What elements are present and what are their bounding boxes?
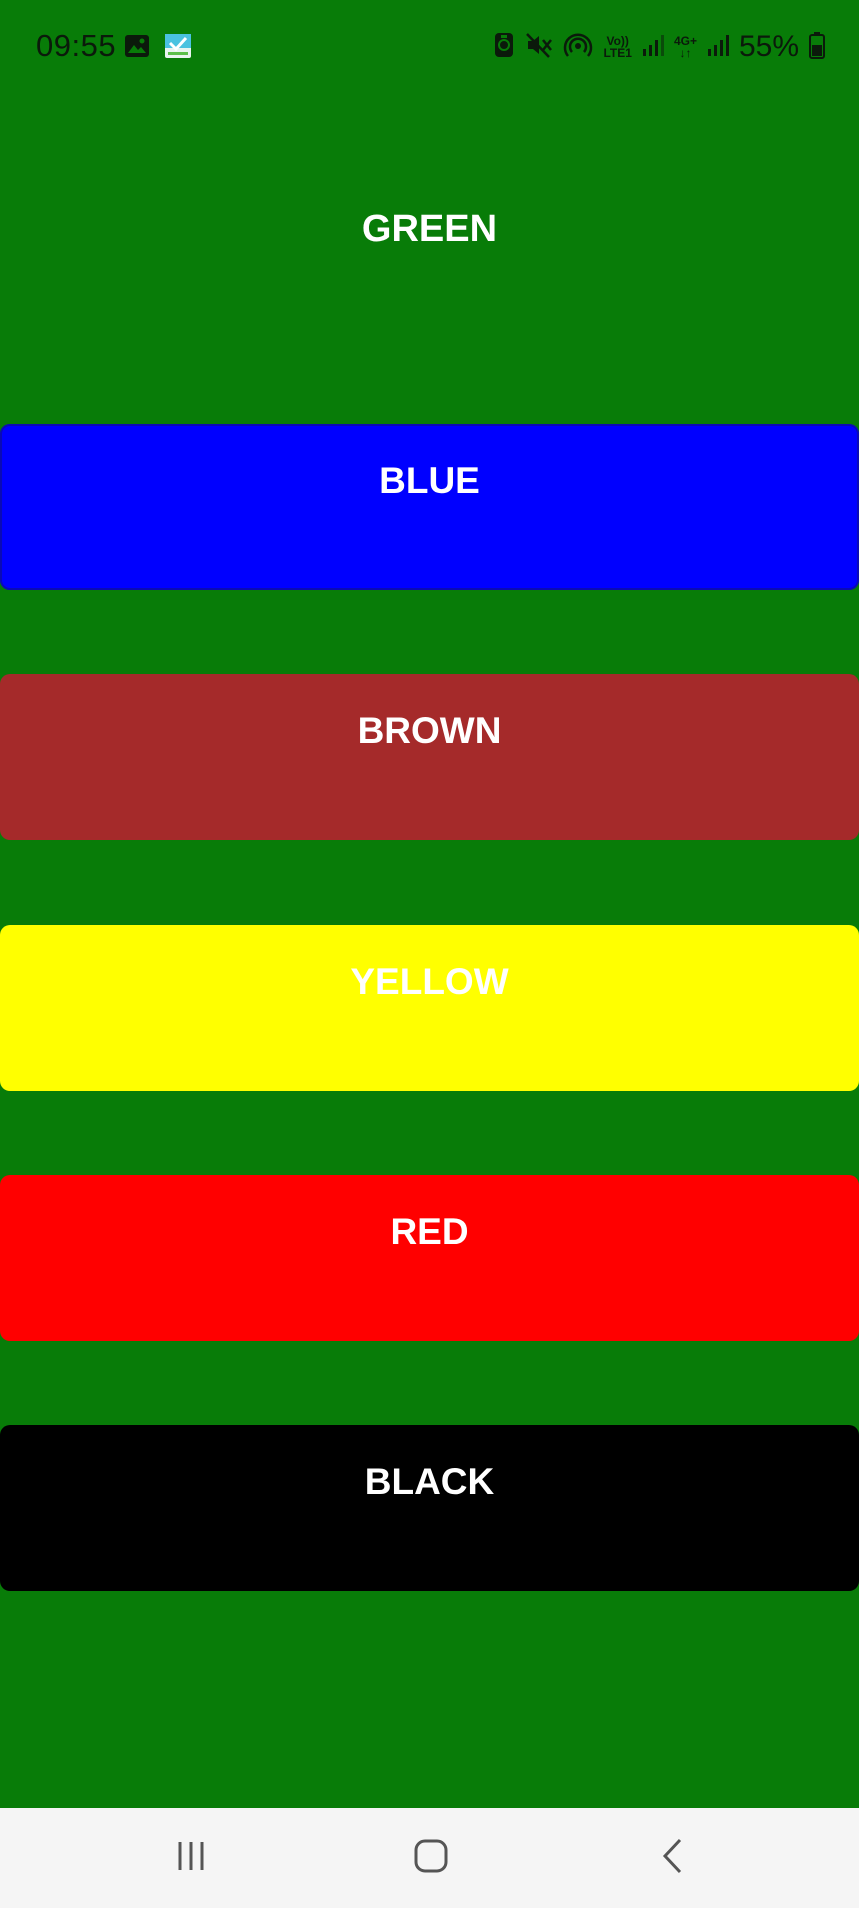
red-button[interactable]: RED <box>0 1175 859 1341</box>
recents-button[interactable] <box>156 1832 226 1884</box>
app-screen: 09:55 Vo)) LTE1 4G+ ↓↑ 55% GREEN BLUE BR… <box>0 0 859 1808</box>
volte-lte1-icon: Vo)) LTE1 <box>603 35 631 59</box>
signal-icon <box>642 33 664 62</box>
blue-button[interactable]: BLUE <box>0 424 859 590</box>
status-right-icons: Vo)) LTE1 4G+ ↓↑ 55% <box>493 30 825 64</box>
brown-button[interactable]: BROWN <box>0 674 859 840</box>
app-notification-icon <box>164 33 192 64</box>
battery-percent: 55% <box>738 30 799 63</box>
navigation-bar <box>0 1808 859 1908</box>
recents-icon <box>174 1839 208 1878</box>
status-left-icons <box>124 33 192 64</box>
status-time: 09:55 <box>36 28 117 63</box>
mute-icon <box>525 31 553 64</box>
lte-label: LTE1 <box>603 46 632 60</box>
black-button[interactable]: BLACK <box>0 1425 859 1591</box>
gallery-icon <box>124 34 150 63</box>
page-title: GREEN <box>361 208 498 250</box>
data-arrows: ↓↑ <box>679 46 692 60</box>
yellow-button-label: YELLOW <box>350 961 509 1002</box>
yellow-button[interactable]: YELLOW <box>0 925 859 1091</box>
signal-icon <box>707 33 729 62</box>
blue-button-label: BLUE <box>379 460 480 501</box>
status-bar: 09:55 Vo)) LTE1 4G+ ↓↑ 55% <box>0 0 859 96</box>
back-icon <box>658 1837 688 1880</box>
red-button-label: RED <box>390 1211 469 1252</box>
brown-button-label: BROWN <box>357 710 502 751</box>
hotspot-icon <box>563 31 593 64</box>
nfc-icon <box>493 31 515 64</box>
home-button[interactable] <box>396 1832 466 1884</box>
back-button[interactable] <box>638 1832 708 1884</box>
battery-icon <box>809 31 825 64</box>
home-icon <box>412 1837 450 1880</box>
black-button-label: BLACK <box>364 1461 495 1502</box>
4g-icon: 4G+ ↓↑ <box>674 35 697 59</box>
